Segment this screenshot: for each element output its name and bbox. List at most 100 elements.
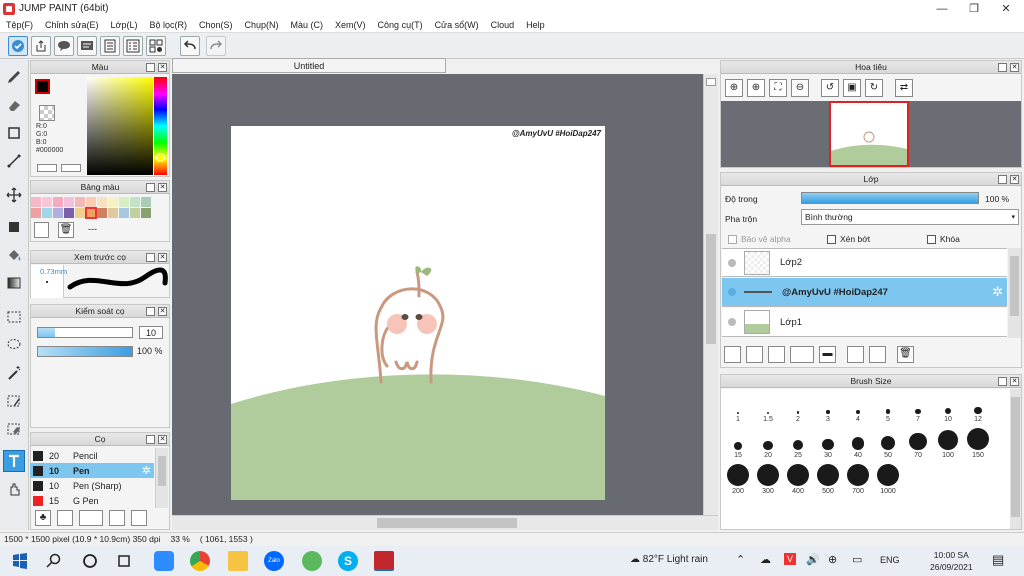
zoom-out-icon[interactable]: ⊖ bbox=[791, 79, 809, 97]
layer-settings-gear-icon[interactable]: ✲ bbox=[992, 284, 1003, 300]
brush-size-option[interactable]: 50 bbox=[873, 427, 903, 461]
undo-icon[interactable] bbox=[180, 36, 200, 56]
brush-size-option[interactable]: 400 bbox=[783, 463, 813, 497]
minimize-button[interactable]: — bbox=[926, 0, 958, 17]
weather-widget[interactable]: ☁ 82°F Light rain bbox=[630, 554, 708, 565]
saturation-value-picker[interactable] bbox=[87, 77, 153, 175]
zalo-app-icon[interactable]: Zalo bbox=[264, 551, 284, 571]
line-tool-icon[interactable] bbox=[3, 150, 25, 172]
bucket-tool-icon[interactable] bbox=[3, 244, 25, 266]
transparent-color-swatch[interactable] bbox=[39, 105, 55, 121]
color-swatch[interactable] bbox=[42, 208, 52, 218]
color-swatch[interactable] bbox=[64, 208, 74, 218]
color-swatch[interactable] bbox=[108, 208, 118, 218]
brush-settings-icon[interactable] bbox=[109, 510, 125, 526]
color-swatch[interactable] bbox=[53, 208, 63, 218]
brush-menu-dropdown-icon[interactable] bbox=[79, 510, 103, 526]
select-pen-tool-icon[interactable] bbox=[3, 390, 25, 412]
color-swatch[interactable] bbox=[53, 197, 63, 207]
new-layer-alt-icon[interactable] bbox=[746, 345, 763, 363]
zoom-in-icon[interactable]: ⊕ bbox=[725, 79, 743, 97]
export-icon[interactable] bbox=[31, 36, 51, 56]
panel-float-icon[interactable] bbox=[146, 63, 155, 72]
brush-size-option[interactable]: 2 bbox=[783, 391, 813, 425]
magic-wand-tool-icon[interactable] bbox=[3, 362, 25, 384]
color-mode-button[interactable] bbox=[37, 164, 57, 172]
brush-size-option[interactable]: 700 bbox=[843, 463, 873, 497]
brush-size-option[interactable]: 20 bbox=[753, 427, 783, 461]
panel-float-icon[interactable] bbox=[998, 175, 1007, 184]
fit-window-icon[interactable]: ⛶ bbox=[769, 79, 787, 97]
blend-mode-select[interactable]: Bình thường ▾ bbox=[801, 209, 1019, 225]
brush-size-option[interactable]: 1.5 bbox=[753, 391, 783, 425]
rectangle-tool-icon[interactable] bbox=[3, 122, 25, 144]
brush-size-scrollbar[interactable] bbox=[1010, 389, 1021, 529]
drawing-canvas[interactable]: @AmyUvU #HoiDap247 bbox=[231, 126, 605, 500]
protect-alpha-checkbox[interactable]: Bảo vệ alpha bbox=[728, 234, 791, 245]
brush-size-option[interactable]: 25 bbox=[783, 427, 813, 461]
panel-close-icon[interactable]: ✕ bbox=[158, 435, 167, 444]
rotate-right-icon[interactable]: ↻ bbox=[865, 79, 883, 97]
file-explorer-icon[interactable] bbox=[228, 551, 248, 571]
close-button[interactable]: ✕ bbox=[990, 0, 1022, 17]
brush-size-option[interactable]: 30 bbox=[813, 427, 843, 461]
antivirus-icon[interactable]: V bbox=[784, 553, 796, 565]
cortana-icon[interactable] bbox=[80, 551, 100, 571]
layer-scrollbar[interactable] bbox=[1008, 248, 1021, 338]
chat-icon[interactable] bbox=[54, 36, 74, 56]
color-swatch[interactable] bbox=[42, 197, 52, 207]
panel-close-icon[interactable]: ✕ bbox=[158, 63, 167, 72]
color-swatch[interactable] bbox=[130, 197, 140, 207]
brush-item-pencil[interactable]: 20 Pencil bbox=[30, 448, 154, 463]
color-swatch[interactable] bbox=[130, 208, 140, 218]
menu-help[interactable]: Help bbox=[520, 20, 551, 30]
menu-window[interactable]: Cửa sổ(W) bbox=[429, 20, 485, 30]
battery-icon[interactable]: ▭ bbox=[852, 553, 862, 566]
brush-size-option[interactable]: 500 bbox=[813, 463, 843, 497]
menu-cloud[interactable]: Cloud bbox=[485, 20, 521, 30]
brush-size-option[interactable]: 1 bbox=[723, 391, 753, 425]
panel-close-icon[interactable]: ✕ bbox=[158, 307, 167, 316]
brush-size-option[interactable]: 7 bbox=[903, 391, 933, 425]
task-view-icon[interactable] bbox=[114, 551, 134, 571]
brush-size-option[interactable]: 10 bbox=[933, 391, 963, 425]
brush-size-option[interactable]: 70 bbox=[903, 427, 933, 461]
layer-row-text[interactable]: @AmyUvU #HoiDap247 ✲ bbox=[722, 278, 1007, 307]
brush-size-value[interactable]: 10 bbox=[139, 326, 163, 339]
brush-size-option[interactable]: 5 bbox=[873, 391, 903, 425]
chrome-app-icon[interactable] bbox=[190, 551, 210, 571]
panel-close-icon[interactable]: ✕ bbox=[158, 183, 167, 192]
layer-folder-icon[interactable]: ▬ bbox=[819, 345, 836, 363]
color-swatch[interactable] bbox=[75, 208, 85, 218]
text-tool-icon[interactable] bbox=[3, 450, 25, 472]
color-swatch[interactable] bbox=[119, 197, 129, 207]
new-text-layer-icon[interactable] bbox=[768, 345, 785, 363]
layer-visibility-icon[interactable] bbox=[728, 288, 736, 296]
brush-size-option[interactable]: 300 bbox=[753, 463, 783, 497]
vertical-scroll-thumb[interactable] bbox=[706, 234, 716, 344]
menu-edit[interactable]: Chỉnh sửa(E) bbox=[39, 20, 105, 30]
search-icon[interactable] bbox=[44, 551, 64, 571]
grid-settings-icon[interactable] bbox=[146, 36, 166, 56]
brush-size-option[interactable]: 100 bbox=[933, 427, 963, 461]
brush-item-g-pen[interactable]: 15 G Pen bbox=[30, 493, 154, 508]
move-tool-icon[interactable] bbox=[3, 184, 25, 206]
panel-close-icon[interactable]: ✕ bbox=[1010, 63, 1019, 72]
check-icon[interactable] bbox=[8, 36, 28, 56]
brush-size-slider[interactable] bbox=[37, 327, 133, 338]
brush-tool-icon[interactable] bbox=[3, 66, 25, 88]
menu-layer[interactable]: Lớp(L) bbox=[105, 20, 144, 30]
jump-paint-app-icon[interactable] bbox=[374, 551, 394, 571]
canvas-horizontal-scrollbar[interactable] bbox=[172, 515, 718, 530]
panel-float-icon[interactable] bbox=[998, 377, 1007, 386]
color-swatch[interactable] bbox=[141, 208, 151, 218]
menu-file[interactable]: Tệp(F) bbox=[0, 20, 39, 30]
layer-visibility-icon[interactable] bbox=[728, 258, 736, 267]
panel-close-icon[interactable]: ✕ bbox=[158, 253, 167, 262]
menu-select[interactable]: Chọn(S) bbox=[193, 20, 239, 30]
color-swatch[interactable] bbox=[85, 207, 97, 219]
brush-size-option[interactable]: 15 bbox=[723, 427, 753, 461]
panel-float-icon[interactable] bbox=[146, 253, 155, 262]
color-swatch[interactable] bbox=[75, 197, 85, 207]
zoom-in-alt-icon[interactable]: ⊕ bbox=[747, 79, 765, 97]
